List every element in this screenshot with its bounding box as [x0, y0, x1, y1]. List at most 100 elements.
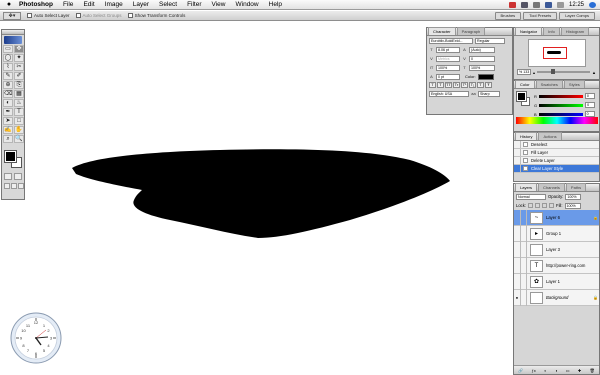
layer-visibility-eye-icon[interactable]: ● — [514, 289, 521, 306]
tab-channels[interactable]: Channels — [538, 183, 565, 191]
tab-paragraph[interactable]: Paragraph — [456, 27, 486, 35]
layer-row[interactable]: ● Background 🔒 — [514, 289, 599, 306]
layer-link-toggle[interactable] — [521, 241, 527, 258]
tab-navigator[interactable]: Navigator — [515, 27, 543, 35]
history-item[interactable]: Delete Layer — [514, 157, 599, 165]
link-layers-icon[interactable]: 🔗 — [518, 368, 523, 373]
navigator-thumbnail[interactable] — [528, 39, 586, 67]
red-value[interactable]: 0 — [584, 93, 595, 99]
layer-name[interactable]: Background — [546, 295, 593, 300]
lock-image-icon[interactable] — [535, 203, 541, 208]
menu-select[interactable]: Select — [154, 1, 182, 8]
layer-link-toggle[interactable] — [521, 209, 527, 226]
menu-help[interactable]: Help — [264, 1, 287, 8]
history-snapshot-gutter[interactable] — [514, 149, 521, 156]
menu-file[interactable]: File — [58, 1, 78, 8]
layer-mask-icon[interactable]: ◐ — [544, 368, 546, 373]
layer-name[interactable]: Group 1 — [546, 231, 593, 236]
layer-visibility-eye-icon[interactable] — [514, 257, 521, 274]
menu-app-name[interactable]: Photoshop — [14, 1, 58, 8]
faux-italic-button[interactable]: T — [437, 82, 444, 88]
history-item[interactable]: Clear Layer Style — [514, 165, 599, 173]
volume-icon[interactable] — [532, 1, 540, 8]
layer-name[interactable]: http://power-ring.com — [546, 263, 593, 268]
history-item[interactable]: Deselect — [514, 141, 599, 149]
menu-clock[interactable]: 12:25 — [569, 2, 584, 8]
tab-character[interactable]: Character — [428, 27, 456, 35]
layer-link-toggle[interactable] — [521, 289, 527, 306]
layer-name[interactable]: Layer 1 — [546, 279, 593, 284]
blend-mode-select[interactable]: Normal — [516, 193, 546, 200]
layer-row[interactable]: ▸ Group 1 — [514, 225, 599, 242]
text-color-swatch[interactable] — [477, 73, 494, 80]
language-select[interactable]: English: USA — [429, 90, 469, 97]
history-snapshot-gutter[interactable] — [514, 157, 521, 164]
menu-layer[interactable]: Layer — [128, 1, 154, 8]
opacity-field[interactable]: 100% — [565, 193, 582, 200]
fill-field[interactable]: 100% — [564, 202, 581, 209]
menu-filter[interactable]: Filter — [182, 1, 206, 8]
new-layer-icon[interactable]: ✚ — [578, 368, 581, 373]
anti-alias-select[interactable]: Sharp — [478, 90, 500, 97]
lock-position-icon[interactable] — [542, 203, 548, 208]
underline-button[interactable]: T — [477, 82, 484, 88]
zoom-in-icon[interactable]: ▲ — [592, 70, 596, 75]
zoom-field[interactable]: % 133 — [517, 69, 531, 75]
history-snapshot-gutter[interactable] — [514, 165, 521, 172]
layer-link-toggle[interactable] — [521, 257, 527, 274]
lock-transparent-icon[interactable] — [528, 203, 534, 208]
layer-row[interactable]: ~ Layer 6 🔒 — [514, 209, 599, 226]
green-slider[interactable] — [539, 103, 584, 107]
adjustment-layer-icon[interactable]: ◑ — [555, 368, 557, 373]
layer-name[interactable]: Layer 6 — [546, 215, 593, 220]
layer-visibility-eye-icon[interactable] — [514, 273, 521, 290]
layer-link-toggle[interactable] — [521, 225, 527, 242]
trash-icon[interactable]: 🗑 — [590, 368, 595, 373]
small-caps-button[interactable]: Tr — [453, 82, 460, 88]
layer-row[interactable]: Thttp://power-ring.com — [514, 257, 599, 274]
apple-menu-icon[interactable]: ● — [4, 1, 14, 8]
red-slider[interactable] — [538, 94, 583, 98]
zoom-slider-knob[interactable] — [551, 69, 556, 74]
blue-slider[interactable] — [538, 112, 583, 116]
new-group-icon[interactable]: ▭ — [566, 368, 570, 373]
tab-histogram[interactable]: Histogram — [560, 27, 590, 35]
menu-image[interactable]: Image — [100, 1, 128, 8]
layer-style-icon[interactable]: ƒx — [532, 368, 536, 373]
layer-link-toggle[interactable] — [521, 273, 527, 290]
font-size-field[interactable]: 8.06 pt — [436, 46, 460, 53]
font-family-select[interactable]: Euroblix-BoldExtd... — [429, 37, 473, 44]
battery-icon[interactable] — [556, 1, 564, 8]
all-caps-button[interactable]: TT — [445, 82, 452, 88]
green-value[interactable]: 0 — [585, 102, 596, 108]
layer-row[interactable]: ✿ Layer 1 — [514, 273, 599, 290]
black-wing-shape[interactable] — [72, 149, 450, 238]
vertical-scale-field[interactable]: 100% — [436, 64, 460, 71]
subscript-button[interactable]: T₁ — [469, 82, 476, 88]
status-menu-icon[interactable] — [508, 1, 516, 8]
lock-all-icon[interactable] — [549, 203, 555, 208]
zoom-slider[interactable] — [537, 69, 591, 74]
strikethrough-button[interactable]: Ŧ — [485, 82, 492, 88]
layer-visibility-eye-icon[interactable] — [514, 209, 521, 226]
layer-visibility-eye-icon[interactable] — [514, 225, 521, 242]
zoom-out-icon[interactable]: ▴ — [533, 70, 535, 75]
leading-field[interactable]: (Auto) — [469, 46, 495, 53]
history-item[interactable]: Fill Layer — [514, 149, 599, 157]
navigator-view-box[interactable] — [543, 47, 567, 59]
layer-row[interactable]: Layer 3 — [514, 241, 599, 258]
kerning-field[interactable]: Metrics — [436, 55, 460, 62]
history-snapshot-gutter[interactable] — [514, 141, 521, 148]
menu-view[interactable]: View — [207, 1, 231, 8]
flag-icon[interactable] — [544, 1, 552, 8]
menu-window[interactable]: Window — [231, 1, 264, 8]
color-foreground-swatch[interactable] — [516, 91, 527, 102]
faux-bold-button[interactable]: T — [429, 82, 436, 88]
tab-color[interactable]: Color — [515, 80, 535, 88]
baseline-shift-field[interactable]: 0 pt — [436, 73, 460, 80]
font-style-select[interactable]: Regular — [475, 37, 505, 44]
tracking-field[interactable]: 0 — [469, 55, 495, 62]
horizontal-scale-field[interactable]: 100% — [469, 64, 495, 71]
tab-info[interactable]: Info — [543, 27, 560, 35]
menu-edit[interactable]: Edit — [78, 1, 99, 8]
